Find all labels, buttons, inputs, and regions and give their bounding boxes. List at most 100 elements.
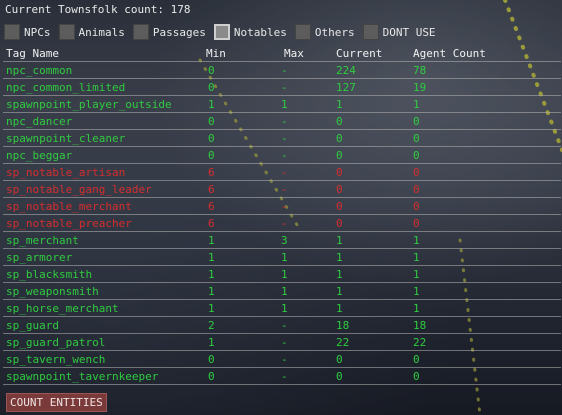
cell-tag-name: sp_notable_merchant (3, 197, 203, 215)
cell-min: 6 (203, 180, 281, 198)
cell-agent-count: 0 (410, 197, 561, 215)
cell-current: 18 (333, 316, 410, 334)
filter-bar: NPCs Animals Passages Notables Others DO… (4, 22, 558, 42)
cell-tag-name: sp_tavern_wench (3, 350, 203, 368)
table-row: spawnpoint_player_outside 1 1 1 1 (3, 95, 561, 113)
cell-agent-count: 78 (410, 61, 561, 79)
cell-tag-name: sp_blacksmith (3, 265, 203, 283)
cell-current: 0 (333, 129, 410, 147)
cell-current: 0 (333, 146, 410, 164)
cell-min: 1 (203, 95, 281, 113)
filter-label: Notables (233, 25, 287, 39)
filter-notables[interactable]: Notables (213, 24, 289, 40)
column-header-tag-name: Tag Name (3, 45, 203, 62)
table-row: sp_notable_preacher 6-0 0 (3, 214, 561, 232)
filter-label: Others (314, 25, 355, 39)
cell-min: 0 (203, 350, 281, 368)
cell-current: 1 (333, 95, 410, 113)
cell-max: - (281, 163, 333, 181)
cell-max: - (281, 197, 333, 215)
cell-min: 1 (203, 265, 281, 283)
cell-min: 1 (203, 282, 281, 300)
table-row: npc_dancer 0-0 0 (3, 112, 561, 130)
filter-others[interactable]: Others (294, 24, 357, 40)
table-row: npc_common_limited 0-127 19 (3, 78, 561, 96)
dont-use-checkbox[interactable] (362, 24, 379, 40)
cell-tag-name: sp_notable_gang_leader (3, 180, 203, 198)
cell-agent-count: 0 (410, 146, 561, 164)
cell-tag-name: npc_common_limited (3, 78, 203, 96)
table-row: sp_tavern_wench 0-0 0 (3, 350, 561, 368)
filter-animals[interactable]: Animals (58, 24, 127, 40)
others-checkbox[interactable] (294, 24, 311, 40)
passages-checkbox[interactable] (132, 24, 149, 40)
cell-max: - (281, 112, 333, 130)
cell-tag-name: sp_notable_preacher (3, 214, 203, 232)
cell-max: - (281, 146, 333, 164)
header-label: Current Townsfolk count: (5, 3, 164, 16)
filter-label: NPCs (24, 25, 51, 39)
cell-min: 0 (203, 129, 281, 147)
cell-current: 224 (333, 61, 410, 79)
cell-max: 1 (281, 95, 333, 113)
filter-label: Animals (78, 25, 125, 39)
table-row: sp_horse_merchant 1 1 1 1 (3, 299, 561, 317)
townsfolk-table: Tag Name Min Max Current Agent Count npc… (3, 45, 561, 385)
table-row: sp_weaponsmith 1 1 1 1 (3, 282, 561, 300)
table-row: npc_beggar 0-0 0 (3, 146, 561, 164)
cell-agent-count: 0 (410, 367, 561, 385)
table-row: sp_guard 2-18 18 (3, 316, 561, 334)
table-header-row: Tag Name Min Max Current Agent Count (3, 45, 561, 62)
cell-tag-name: spawnpoint_tavernkeeper (3, 367, 203, 385)
filter-passages[interactable]: Passages (132, 24, 208, 40)
cell-min: 2 (203, 316, 281, 334)
cell-agent-count: 0 (410, 112, 561, 130)
table-row: spawnpoint_cleaner 0-0 0 (3, 129, 561, 147)
cell-agent-count: 0 (410, 163, 561, 181)
filter-npcs[interactable]: NPCs (4, 24, 53, 40)
table-row: spawnpoint_tavernkeeper 0-0 0 (3, 367, 561, 385)
cell-tag-name: npc_dancer (3, 112, 203, 130)
cell-current: 1 (333, 282, 410, 300)
cell-max: - (281, 61, 333, 79)
cell-max: 1 (281, 282, 333, 300)
cell-max: 1 (281, 265, 333, 283)
cell-tag-name: sp_weaponsmith (3, 282, 203, 300)
cell-min: 6 (203, 197, 281, 215)
cell-min: 0 (203, 61, 281, 79)
cell-current: 0 (333, 214, 410, 232)
table-row: sp_notable_artisan 6-0 0 (3, 163, 561, 181)
cell-min: 1 (203, 299, 281, 317)
cell-current: 1 (333, 248, 410, 266)
cell-tag-name: npc_common (3, 61, 203, 79)
cell-tag-name: sp_horse_merchant (3, 299, 203, 317)
cell-tag-name: spawnpoint_cleaner (3, 129, 203, 147)
cell-agent-count: 1 (410, 231, 561, 249)
cell-current: 1 (333, 299, 410, 317)
filter-label: Passages (152, 25, 206, 39)
cell-max: 1 (281, 299, 333, 317)
filter-label: DONT USE (382, 25, 436, 39)
count-entities-button[interactable]: COUNT ENTITIES (6, 393, 107, 412)
cell-current: 0 (333, 112, 410, 130)
cell-current: 0 (333, 367, 410, 385)
table-row: sp_notable_merchant 6-0 0 (3, 197, 561, 215)
cell-max: - (281, 214, 333, 232)
cell-current: 22 (333, 333, 410, 351)
filter-dont-use[interactable]: DONT USE (362, 24, 438, 40)
animals-checkbox[interactable] (58, 24, 75, 40)
cell-max: - (281, 367, 333, 385)
npcs-checkbox[interactable] (4, 24, 20, 40)
cell-min: 0 (203, 367, 281, 385)
cell-max: - (281, 350, 333, 368)
cell-agent-count: 1 (410, 299, 561, 317)
table-row: sp_notable_gang_leader 6-0 0 (3, 180, 561, 198)
table-row: sp_blacksmith 1 1 1 1 (3, 265, 561, 283)
cell-max: - (281, 78, 333, 96)
townsfolk-count-value: 178 (170, 3, 191, 16)
cell-tag-name: sp_guard (3, 316, 203, 334)
table-row: npc_common 0-224 78 (3, 61, 561, 79)
notables-checkbox[interactable] (213, 24, 230, 40)
column-header-agent-count: Agent Count (410, 45, 561, 62)
cell-agent-count: 19 (410, 78, 561, 96)
